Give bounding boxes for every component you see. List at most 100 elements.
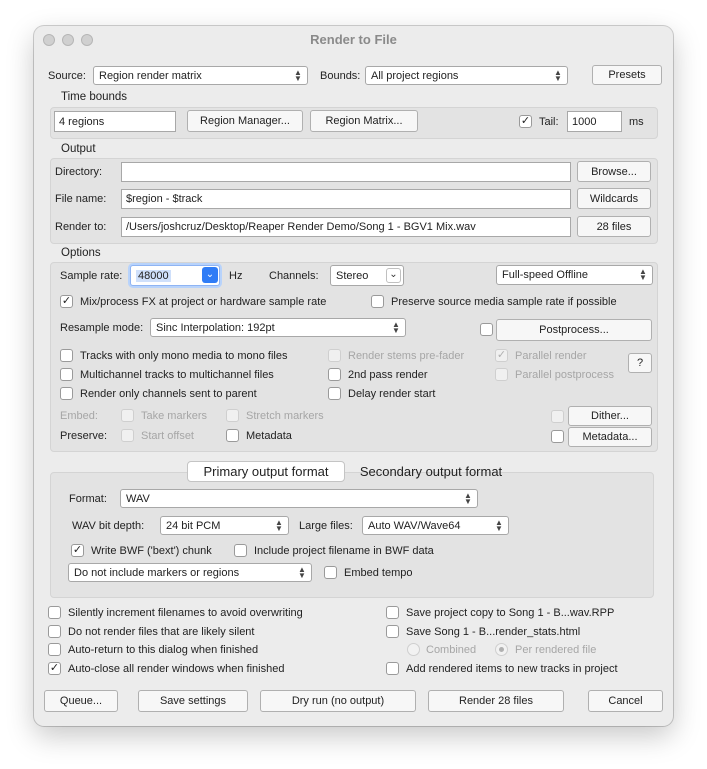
large-files-label: Large files: bbox=[299, 520, 353, 532]
include-filename-label: Include project filename in BWF data bbox=[254, 545, 434, 557]
presets-button[interactable]: Presets bbox=[592, 65, 662, 85]
tail-label: Tail: bbox=[539, 116, 559, 128]
resample-label: Resample mode: bbox=[60, 322, 144, 334]
delay-start-checkbox[interactable] bbox=[328, 387, 341, 400]
tail-field[interactable]: 1000 bbox=[567, 111, 622, 132]
filename-field[interactable]: $region - $track bbox=[121, 189, 571, 209]
region-manager-button[interactable]: Region Manager... bbox=[187, 110, 303, 132]
wildcards-button[interactable]: Wildcards bbox=[577, 188, 651, 209]
filename-label: File name: bbox=[55, 193, 107, 205]
metadata-checkbox[interactable] bbox=[551, 430, 564, 443]
embed-tempo-checkbox[interactable] bbox=[324, 566, 337, 579]
render-button[interactable]: Render 28 files bbox=[428, 690, 564, 712]
auto-return-label: Auto-return to this dialog when finished bbox=[68, 644, 259, 656]
stems-prefader-label: Render stems pre-fader bbox=[348, 350, 465, 362]
add-items-label: Add rendered items to new tracks in proj… bbox=[406, 663, 618, 675]
no-silent-checkbox[interactable] bbox=[48, 625, 61, 638]
save-settings-button[interactable]: Save settings bbox=[138, 690, 248, 712]
resample-select[interactable]: Sinc Interpolation: 192pt ▲ ▼ bbox=[150, 318, 406, 337]
channels-label: Channels: bbox=[269, 270, 319, 282]
format-select[interactable]: WAV ▲ ▼ bbox=[120, 489, 478, 508]
bit-depth-value: 24 bit PCM bbox=[166, 519, 221, 532]
window-title: Render to File bbox=[310, 32, 397, 47]
dither-button[interactable]: Dither... bbox=[568, 406, 652, 426]
render-path-field[interactable]: /Users/joshcruz/Desktop/Reaper Render De… bbox=[121, 217, 571, 237]
bounds-select[interactable]: All project regions ▲ ▼ bbox=[365, 66, 568, 85]
queue-button[interactable]: Queue... bbox=[44, 690, 118, 712]
preserve-sample-rate-label: Preserve source media sample rate if pos… bbox=[391, 296, 617, 308]
multichannel-checkbox[interactable] bbox=[60, 368, 73, 381]
second-pass-label: 2nd pass render bbox=[348, 369, 428, 381]
no-silent-label: Do not render files that are likely sile… bbox=[68, 626, 255, 638]
delay-start-label: Delay render start bbox=[348, 388, 436, 400]
markers-value: Do not include markers or regions bbox=[74, 566, 240, 579]
chevron-down-icon[interactable]: ⌄ bbox=[386, 268, 401, 283]
hz-label: Hz bbox=[229, 270, 243, 282]
mix-fx-checkbox[interactable]: ✓ bbox=[60, 295, 73, 308]
format-label: Format: bbox=[69, 493, 107, 505]
help-button[interactable]: ? bbox=[628, 353, 652, 373]
source-value: Region render matrix bbox=[99, 69, 202, 82]
bit-depth-select[interactable]: 24 bit PCM ▲ ▼ bbox=[160, 516, 289, 535]
parallel-render-checkbox[interactable]: ✓ bbox=[495, 349, 508, 362]
auto-close-checkbox[interactable]: ✓ bbox=[48, 662, 61, 675]
browse-button[interactable]: Browse... bbox=[577, 161, 651, 182]
render-speed-select[interactable]: Full-speed Offline ▲ ▼ bbox=[496, 265, 653, 285]
region-matrix-button[interactable]: Region Matrix... bbox=[310, 110, 418, 132]
sample-rate-value: 48000 bbox=[136, 269, 171, 282]
silently-increment-checkbox[interactable] bbox=[48, 606, 61, 619]
embed-tempo-label: Embed tempo bbox=[344, 567, 413, 579]
cancel-button[interactable]: Cancel bbox=[588, 690, 663, 712]
metadata-button[interactable]: Metadata... bbox=[568, 427, 652, 447]
bwf-checkbox[interactable]: ✓ bbox=[71, 544, 84, 557]
start-offset-checkbox[interactable] bbox=[121, 429, 134, 442]
parallel-post-checkbox[interactable] bbox=[495, 368, 508, 381]
time-bounds-heading: Time bounds bbox=[61, 91, 128, 103]
per-file-radio[interactable] bbox=[495, 643, 508, 656]
markers-select[interactable]: Do not include markers or regions ▲ ▼ bbox=[68, 563, 312, 582]
render-only-parent-checkbox[interactable] bbox=[60, 387, 73, 400]
start-offset-label: Start offset bbox=[141, 430, 194, 442]
take-markers-checkbox[interactable] bbox=[121, 409, 134, 422]
large-files-select[interactable]: Auto WAV/Wave64 ▲ ▼ bbox=[362, 516, 509, 535]
tab-primary-format[interactable]: Primary output format bbox=[187, 461, 345, 482]
preserve-sample-rate-checkbox[interactable] bbox=[371, 295, 384, 308]
source-label: Source: bbox=[48, 70, 86, 82]
combined-radio[interactable] bbox=[407, 643, 420, 656]
updown-icon: ▲ ▼ bbox=[392, 319, 400, 335]
updown-icon: ▲ ▼ bbox=[294, 67, 302, 83]
chevron-down-icon[interactable]: ⌄ bbox=[202, 267, 218, 283]
dry-run-button[interactable]: Dry run (no output) bbox=[260, 690, 416, 712]
preserve-metadata-checkbox[interactable] bbox=[226, 429, 239, 442]
mono-tracks-checkbox[interactable] bbox=[60, 349, 73, 362]
directory-field[interactable] bbox=[121, 162, 571, 182]
render-to-label: Render to: bbox=[55, 221, 107, 233]
mono-tracks-label: Tracks with only mono media to mono file… bbox=[80, 350, 288, 362]
preserve-label: Preserve: bbox=[60, 430, 108, 442]
auto-return-checkbox[interactable] bbox=[48, 643, 61, 656]
save-copy-checkbox[interactable] bbox=[386, 606, 399, 619]
bounds-label: Bounds: bbox=[320, 70, 361, 82]
postprocess-button[interactable]: Postprocess... bbox=[496, 319, 652, 341]
dither-checkbox[interactable] bbox=[551, 410, 564, 423]
bit-depth-label: WAV bit depth: bbox=[72, 520, 145, 532]
regions-field[interactable]: 4 regions bbox=[54, 111, 176, 132]
tail-checkbox[interactable]: ✓ bbox=[519, 115, 532, 128]
stems-prefader-checkbox[interactable] bbox=[328, 349, 341, 362]
postprocess-checkbox[interactable] bbox=[480, 323, 493, 336]
save-stats-checkbox[interactable] bbox=[386, 625, 399, 638]
embed-label: Embed: bbox=[60, 410, 98, 422]
files-count-button[interactable]: 28 files bbox=[577, 216, 651, 237]
add-items-checkbox[interactable] bbox=[386, 662, 399, 675]
channels-value: Stereo bbox=[336, 269, 369, 282]
take-markers-label: Take markers bbox=[141, 410, 208, 422]
stretch-markers-checkbox[interactable] bbox=[226, 409, 239, 422]
updown-icon: ▲ ▼ bbox=[298, 564, 306, 580]
tab-secondary-format[interactable]: Secondary output format bbox=[348, 461, 514, 482]
updown-icon: ▲ ▼ bbox=[554, 67, 562, 83]
include-filename-checkbox[interactable] bbox=[234, 544, 247, 557]
multichannel-label: Multichannel tracks to multichannel file… bbox=[80, 369, 274, 381]
updown-icon: ▲ ▼ bbox=[464, 490, 472, 506]
second-pass-checkbox[interactable] bbox=[328, 368, 341, 381]
source-select[interactable]: Region render matrix ▲ ▼ bbox=[93, 66, 308, 85]
